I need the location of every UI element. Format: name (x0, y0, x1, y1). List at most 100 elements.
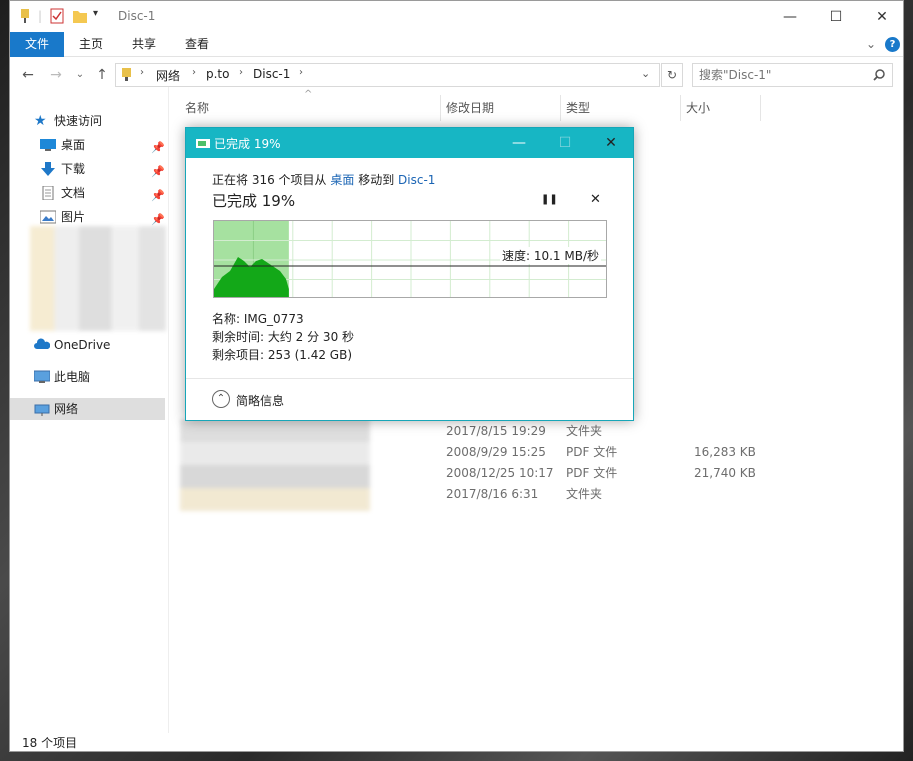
column-divider[interactable] (760, 95, 761, 121)
file-type: PDF 文件 (566, 466, 618, 480)
redacted-folders (30, 226, 166, 331)
dialog-close-button[interactable]: ✕ (588, 128, 634, 158)
file-date: 2017/8/16 6:31 (446, 487, 539, 501)
sidebar-this-pc[interactable]: 此电脑 (10, 366, 165, 388)
source-link[interactable]: 桌面 (330, 173, 354, 187)
sidebar-label: 图片 (61, 210, 86, 224)
back-button[interactable]: ← (18, 65, 38, 85)
tab-file[interactable]: 文件 (10, 32, 64, 57)
column-size[interactable]: 大小 (686, 97, 710, 119)
minimize-button[interactable]: — (767, 1, 813, 32)
pin-icon[interactable]: 📌 (151, 137, 165, 159)
pause-button[interactable]: ❚❚ (541, 194, 558, 205)
transfer-prefix: 正在将 316 个项目从 (212, 173, 331, 187)
column-date[interactable]: 修改日期 (446, 97, 494, 119)
cancel-button[interactable]: ✕ (590, 192, 601, 207)
new-folder-icon[interactable] (72, 8, 88, 24)
crumb-network[interactable]: 网络 (156, 67, 180, 84)
crumb-separator-icon[interactable]: › (239, 67, 243, 78)
refresh-button[interactable]: ↻ (661, 63, 683, 87)
sidebar-label: 文档 (61, 186, 86, 200)
sidebar-label: 网络 (54, 402, 79, 416)
transfer-icon (196, 139, 210, 148)
column-divider[interactable] (440, 95, 441, 121)
address-bar[interactable] (115, 63, 660, 87)
sidebar-quick-access[interactable]: ★ 快速访问 (10, 110, 165, 132)
file-type: 文件夹 (566, 424, 603, 438)
sidebar-onedrive[interactable]: OneDrive (10, 334, 165, 356)
checklist-icon[interactable] (50, 8, 64, 24)
up-button[interactable]: ↑ (92, 65, 112, 85)
file-size: 21,740 KB (694, 466, 756, 480)
sidebar-item-documents[interactable]: 文档 📌 (10, 182, 165, 204)
crumb-separator-icon[interactable]: › (299, 67, 303, 78)
star-icon: ★ (34, 113, 47, 129)
tab-view[interactable]: 查看 (176, 32, 218, 57)
items-remaining: 剩余项目: 253 (1.42 GB) (212, 348, 353, 362)
sidebar-label: 下载 (61, 162, 86, 176)
recent-locations-icon[interactable]: ⌄ (70, 65, 90, 85)
site-watermark: 值 什么值得买 (764, 727, 903, 752)
search-box[interactable] (692, 63, 893, 87)
pin-icon[interactable]: 📌 (151, 185, 165, 207)
computer-icon (34, 370, 50, 383)
dialog-minimize-button[interactable]: — (496, 128, 542, 158)
maximize-button[interactable]: ☐ (813, 1, 859, 32)
dialog-maximize-button[interactable]: ☐ (542, 128, 588, 158)
speed-graph: 速度: 10.1 MB/秒 (213, 220, 607, 298)
search-icon[interactable] (873, 69, 885, 81)
properties-icon[interactable] (18, 8, 32, 24)
crumb-host[interactable]: p.to (206, 67, 229, 81)
sidebar-item-desktop[interactable]: 桌面 📌 (10, 134, 165, 156)
file-name: 名称: IMG_0773 (212, 312, 304, 326)
progress-dialog: 已完成 19% — ☐ ✕ 正在将 316 个项目从 桌面 移动到 Disc-1… (185, 127, 634, 421)
sidebar-label: 桌面 (61, 138, 86, 152)
sidebar-network[interactable]: 网络 (10, 398, 165, 420)
file-date: 2008/9/29 15:25 (446, 445, 546, 459)
redacted-file-names (180, 419, 370, 511)
tab-share[interactable]: 共享 (123, 32, 165, 57)
dialog-title: 已完成 19% (214, 137, 281, 151)
network-location-icon (122, 68, 131, 81)
sidebar-label: OneDrive (54, 338, 111, 352)
expand-ribbon-icon[interactable]: ⌄ (863, 32, 879, 57)
sidebar-item-downloads[interactable]: 下载 📌 (10, 158, 165, 180)
transfer-description: 正在将 316 个项目从 桌面 移动到 Disc-1 (212, 171, 435, 188)
close-button[interactable]: ✕ (859, 1, 905, 32)
sort-ascending-icon: ^ (304, 89, 313, 100)
ribbon-tabs: 文件 主页 共享 查看 ⌄ ? (10, 32, 903, 57)
search-input[interactable] (699, 66, 859, 84)
fewer-details-button[interactable]: 简略信息 (236, 392, 284, 409)
tab-home[interactable]: 主页 (70, 32, 112, 57)
transfer-mid: 移动到 (354, 173, 399, 187)
file-size: 16,283 KB (694, 445, 756, 459)
forward-button[interactable]: → (46, 65, 66, 85)
address-dropdown-icon[interactable]: ⌄ (641, 67, 650, 80)
sidebar-divider (168, 87, 169, 733)
file-date: 2017/8/15 19:29 (446, 424, 546, 438)
desktop-icon (40, 139, 56, 151)
cloud-icon (34, 338, 50, 349)
file-date: 2008/12/25 10:17 (446, 466, 554, 480)
speed-label: 速度: 10.1 MB/秒 (499, 247, 601, 264)
download-icon (41, 162, 55, 176)
dialog-divider (186, 378, 633, 379)
quick-access-dropdown-icon[interactable]: ▾ (93, 8, 98, 19)
picture-icon (40, 210, 56, 224)
crumb-separator-icon[interactable]: › (192, 67, 196, 78)
dialog-title-bar: 已完成 19% — ☐ ✕ (186, 128, 633, 158)
title-bar: | ▾ Disc-1 — ☐ ✕ (10, 1, 903, 32)
network-icon (34, 404, 50, 416)
column-type[interactable]: 类型 (566, 97, 590, 119)
pin-icon[interactable]: 📌 (151, 161, 165, 183)
sidebar-item-pictures[interactable]: 图片 📌 (10, 206, 165, 228)
column-name[interactable]: 名称 (185, 97, 209, 119)
column-divider[interactable] (680, 95, 681, 121)
help-icon[interactable]: ? (885, 37, 900, 52)
crumb-separator-icon[interactable]: › (140, 67, 144, 78)
separator: | (38, 9, 43, 23)
destination-link[interactable]: Disc-1 (398, 173, 435, 187)
column-divider[interactable] (560, 95, 561, 121)
collapse-icon[interactable]: ⌃ (212, 390, 230, 408)
crumb-folder[interactable]: Disc-1 (253, 67, 290, 81)
